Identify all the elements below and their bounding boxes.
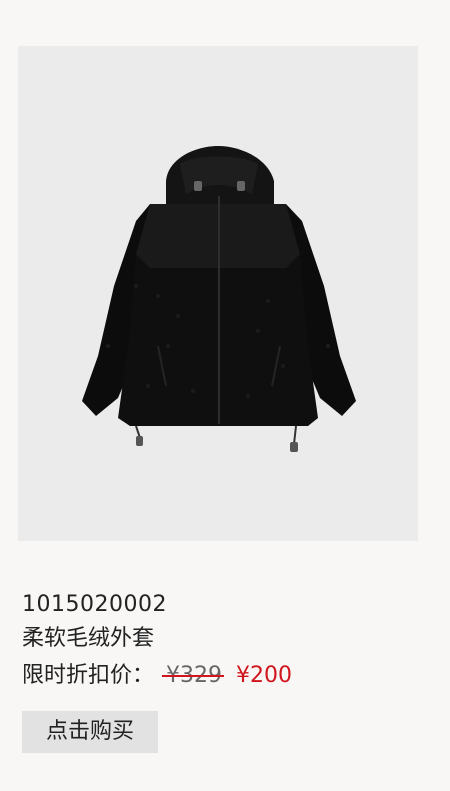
buy-button[interactable]: 点击购买: [22, 711, 158, 753]
original-price: ¥329: [166, 660, 222, 692]
sale-price: ¥200: [236, 663, 293, 688]
product-name: 柔软毛绒外套: [22, 626, 155, 651]
product-sku: 1015020002: [22, 592, 167, 617]
product-image[interactable]: [18, 46, 418, 541]
jacket-illustration: [82, 146, 356, 452]
price-row: 限时折扣价： ¥329 ¥200: [22, 660, 292, 692]
price-label: 限时折扣价：: [22, 663, 155, 688]
